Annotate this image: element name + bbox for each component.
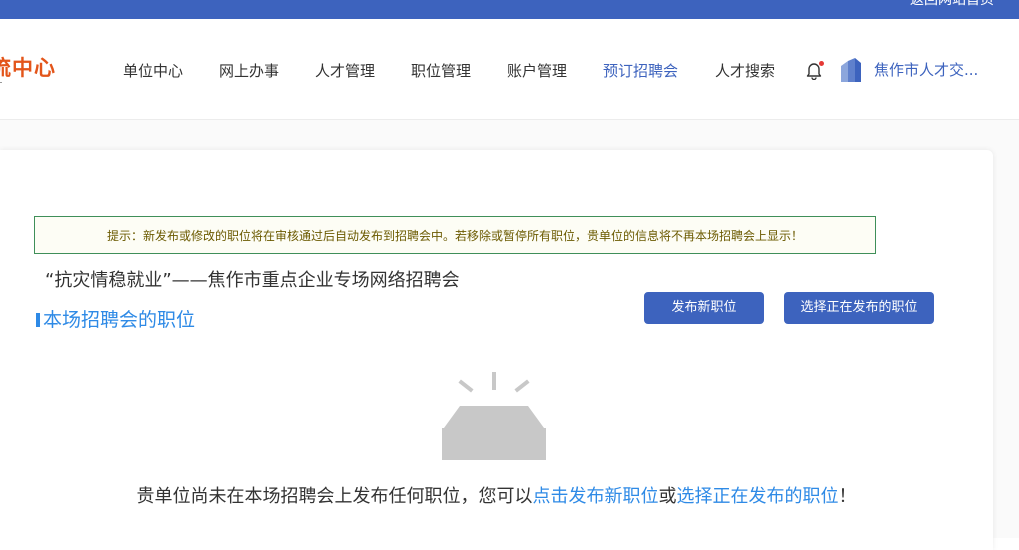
nav-item-unit-center[interactable]: 单位中心: [123, 60, 183, 81]
section-title: 本场招聘会的职位: [36, 305, 195, 332]
nav-item-account-management[interactable]: 账户管理: [507, 60, 567, 81]
bell-icon[interactable]: [804, 60, 824, 81]
publish-new-job-button[interactable]: 发布新职位: [644, 292, 764, 324]
nav-item-job-management[interactable]: 职位管理: [411, 60, 471, 81]
empty-msg-prefix: 贵单位尚未在本场招聘会上发布任何职位，您可以: [136, 486, 533, 507]
nav-item-talent-search[interactable]: 人才搜索: [715, 60, 775, 81]
empty-state-message: 贵单位尚未在本场招聘会上发布任何职位，您可以点击发布新职位或选择正在发布的职位！: [0, 482, 993, 508]
account-name: 焦作市人才交...: [874, 61, 979, 79]
job-fair-title: “抗灾情稳就业”——焦作市重点企业专场网络招聘会: [45, 270, 460, 291]
org-avatar-icon: [841, 58, 861, 82]
notification-dot: [819, 61, 824, 66]
section-title-text: 本场招聘会的职位: [43, 309, 196, 331]
publish-new-job-link[interactable]: 点击发布新职位: [533, 486, 659, 507]
nav-item-book-job-fair[interactable]: 预订招聘会: [603, 60, 678, 81]
select-published-jobs-link[interactable]: 选择正在发布的职位: [677, 486, 839, 507]
site-logo[interactable]: 流中心: [0, 52, 56, 82]
select-published-jobs-button[interactable]: 选择正在发布的职位: [784, 292, 934, 324]
home-link[interactable]: 返回网站首页: [910, 0, 994, 9]
empty-msg-or: 或: [658, 486, 677, 507]
nav-item-online-services[interactable]: 网上办事: [219, 60, 279, 81]
header-nav: 流中心 单位中心 网上办事 人才管理 职位管理 账户管理 预订招聘会 人才搜索 …: [0, 19, 1019, 120]
logo-subtitle: [0, 82, 2, 83]
section-marker: [36, 313, 40, 327]
empty-msg-suffix: ！: [838, 486, 857, 507]
nav-item-talent-management[interactable]: 人才管理: [315, 60, 375, 81]
empty-inbox-icon: [442, 372, 546, 460]
notice-banner: 提示：新发布或修改的职位将在审核通过后自动发布到招聘会中。若移除或暂停所有职位，…: [34, 216, 876, 254]
top-bar: 返回网站首页: [0, 0, 1019, 19]
